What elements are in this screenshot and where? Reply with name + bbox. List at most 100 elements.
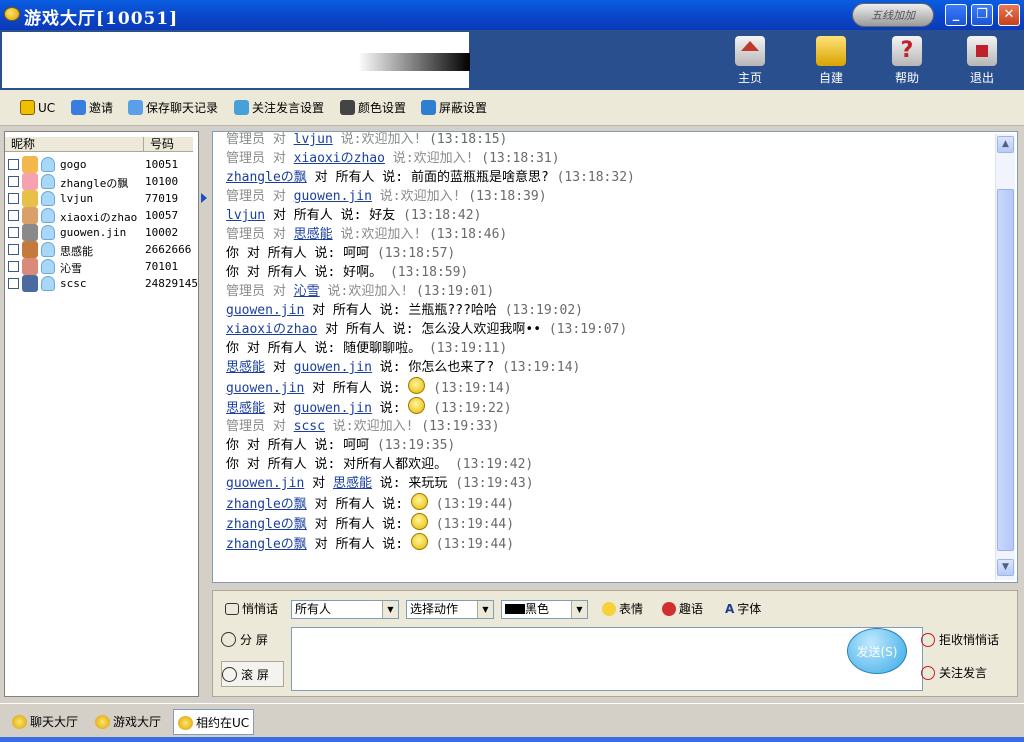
- message-time: (13:18:57): [376, 246, 456, 261]
- user-checkbox[interactable]: [8, 244, 19, 255]
- message-sender-link[interactable]: zhangleの飘: [226, 497, 307, 512]
- message-sender-link[interactable]: 沁雪: [294, 284, 320, 299]
- message-sender-link[interactable]: guowen.jin: [226, 303, 304, 318]
- user-checkbox[interactable]: [8, 278, 19, 289]
- user-number: 70101: [145, 260, 179, 273]
- message-connector: 对 所有人 说:: [265, 208, 370, 223]
- col-nickname[interactable]: 昵称: [11, 137, 35, 152]
- scroll-screen-icon: [222, 667, 237, 682]
- message-target-link[interactable]: 思感能: [333, 476, 372, 491]
- maximize-button[interactable]: ❐: [971, 4, 993, 26]
- recipient-select[interactable]: 所有人 ▼: [291, 600, 399, 619]
- chat-message: zhangleの飘 对 所有人 说: (13:19:44): [226, 513, 514, 533]
- message-time: (13:19:33): [421, 419, 500, 434]
- minimize-button[interactable]: _: [945, 4, 967, 26]
- message-sender-link[interactable]: 思感能: [294, 227, 333, 242]
- follow-speech-toggle[interactable]: 关注发言: [921, 664, 987, 682]
- user-row[interactable]: zhangleの飘 10100: [8, 173, 198, 190]
- help-icon: ?: [892, 36, 922, 66]
- chat-message: 你 对 所有人 说: 呵呵 (13:19:35): [226, 436, 455, 456]
- message-sender-link[interactable]: 思感能: [226, 401, 265, 416]
- message-text: 说: 你怎么也来了?: [371, 360, 495, 375]
- save-chat-label: 保存聊天记录: [146, 101, 219, 115]
- task-game-hall[interactable]: 游戏大厅: [91, 709, 165, 735]
- emoticon-button[interactable]: 表情: [602, 600, 643, 618]
- col-number[interactable]: 号码: [143, 137, 193, 152]
- font-button[interactable]: A 字体: [725, 600, 761, 618]
- send-button[interactable]: 发送(S): [847, 628, 907, 674]
- save-chat-button[interactable]: 保存聊天记录: [128, 99, 218, 117]
- message-prefix: 管理员 对: [226, 419, 294, 434]
- message-text: 说:欢迎加入!: [324, 419, 414, 434]
- user-row[interactable]: 思感能 2662666: [8, 241, 198, 258]
- user-checkbox[interactable]: [8, 210, 19, 221]
- user-checkbox[interactable]: [8, 261, 19, 272]
- color-icon: [340, 100, 355, 115]
- scroll-down-button[interactable]: ▼: [997, 559, 1014, 576]
- chat-scrollbar[interactable]: ▲ ▼: [995, 134, 1015, 580]
- action-select[interactable]: 选择动作 ▼: [406, 600, 494, 619]
- fun-phrase-button[interactable]: 趣语: [662, 600, 703, 618]
- chevron-down-icon: ▼: [571, 601, 587, 618]
- split-screen-button[interactable]: 分 屏: [221, 627, 284, 653]
- nav-home-button[interactable]: 主页: [720, 36, 780, 88]
- message-target-link[interactable]: guowen.jin: [294, 401, 372, 416]
- whisper-toggle[interactable]: 悄悄话: [225, 600, 278, 618]
- scroll-up-button[interactable]: ▲: [997, 136, 1014, 153]
- message-target-link[interactable]: guowen.jin: [294, 360, 372, 375]
- uc-button[interactable]: UC: [20, 99, 55, 117]
- message-sender-link[interactable]: guowen.jin: [226, 476, 304, 491]
- message-sender-link[interactable]: scsc: [294, 419, 325, 434]
- avatar: [22, 258, 38, 275]
- message-sender-link[interactable]: lvjun: [226, 208, 265, 223]
- message-connector: 对: [265, 401, 294, 416]
- message-sender-link[interactable]: xiaoxiのzhao: [226, 322, 317, 337]
- block-settings-button[interactable]: 屏蔽设置: [421, 99, 487, 117]
- user-row[interactable]: guowen.jin 10002: [8, 224, 198, 241]
- message-sender-link[interactable]: zhangleの飘: [226, 517, 307, 532]
- message-sender-link[interactable]: 思感能: [226, 360, 265, 375]
- invite-button[interactable]: 邀请: [71, 99, 113, 117]
- user-checkbox[interactable]: [8, 176, 19, 187]
- task-meet-uc[interactable]: 相约在UC: [173, 709, 255, 735]
- message-time: (13:18:59): [389, 265, 469, 280]
- color-select[interactable]: 黑色 ▼: [501, 600, 588, 619]
- user-row[interactable]: lvjun 77019: [8, 190, 198, 207]
- task-chat-hall[interactable]: 聊天大厅: [8, 709, 82, 735]
- nav-home-label: 主页: [737, 71, 762, 85]
- follow-settings-button[interactable]: 关注发言设置: [234, 99, 324, 117]
- user-list-header: 昵称 号码: [5, 137, 193, 152]
- scroll-thumb[interactable]: [997, 189, 1014, 551]
- message-time: (13:18:42): [403, 208, 482, 223]
- user-row[interactable]: gogo 10051: [8, 156, 198, 173]
- reject-whisper-toggle[interactable]: 拒收悄悄话: [921, 631, 999, 649]
- nav-create-button[interactable]: 自建: [801, 36, 861, 88]
- message-time: (13:19:44): [435, 517, 515, 532]
- user-row[interactable]: 沁雪 70101: [8, 258, 198, 275]
- close-button[interactable]: ✕: [998, 4, 1020, 26]
- color-settings-button[interactable]: 颜色设置: [340, 99, 406, 117]
- nav-help-button[interactable]: ? 帮助: [877, 36, 937, 88]
- scroll-screen-button[interactable]: 滚 屏: [221, 661, 284, 687]
- message-input[interactable]: [291, 627, 923, 691]
- collapse-arrow-icon[interactable]: [201, 193, 207, 203]
- message-sender-link[interactable]: xiaoxiのzhao: [294, 151, 385, 166]
- nav-exit-button[interactable]: 退出: [952, 36, 1012, 88]
- user-checkbox[interactable]: [8, 159, 19, 170]
- user-checkbox[interactable]: [8, 193, 19, 204]
- color-value: 黑色: [525, 602, 550, 616]
- message-sender-link[interactable]: guowen.jin: [226, 381, 304, 396]
- message-sender-link[interactable]: guowen.jin: [294, 189, 372, 204]
- chat-message: 思感能 对 guowen.jin 说: (13:19:22): [226, 397, 512, 417]
- user-checkbox[interactable]: [8, 227, 19, 238]
- message-sender-link[interactable]: zhangleの飘: [226, 170, 307, 185]
- message-sender-link[interactable]: zhangleの飘: [226, 537, 307, 552]
- chat-message: 你 对 所有人 说: 随便聊聊啦。 (13:19:11): [226, 339, 507, 359]
- meet-uc-icon: [178, 716, 193, 730]
- splitter[interactable]: [199, 131, 211, 697]
- message-prefix: 管理员 对: [226, 284, 294, 299]
- window-title: 游戏大厅[10051]: [24, 9, 179, 29]
- user-row[interactable]: xiaoxiのzhao 10057: [8, 207, 198, 224]
- message-sender-link[interactable]: lvjun: [294, 132, 333, 147]
- user-row[interactable]: scsc 24829145: [8, 275, 198, 292]
